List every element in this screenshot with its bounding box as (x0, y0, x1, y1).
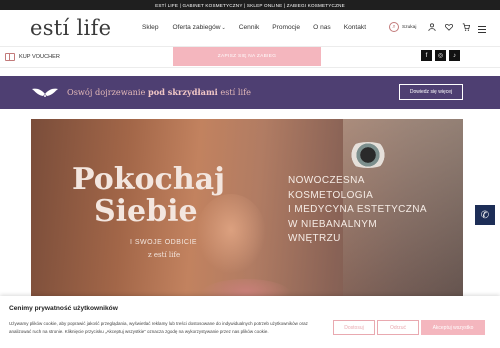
customize-button[interactable]: Dostosuj (333, 320, 375, 335)
search-label[interactable]: Szukaj (402, 25, 416, 30)
cookie-description: Używamy plików cookie, aby poprawić jako… (9, 321, 308, 334)
cart-icon[interactable] (462, 23, 471, 31)
nav-item-promocje[interactable]: Promocje (272, 24, 300, 31)
cookie-title: Cenimy prywatność użytkowników (9, 305, 118, 312)
hero-subtitle-brand: z estí life (148, 251, 181, 259)
nav-item-sklep[interactable]: Sklep (142, 24, 159, 31)
sub-bar: KUP VOUCHER ZAPISZ SIĘ NA ZABIEG f ◎ ♪ (0, 47, 500, 68)
hero-eye (344, 142, 392, 168)
nav-item-o-nas[interactable]: O nas (313, 24, 331, 31)
book-treatment-button[interactable]: ZAPISZ SIĘ NA ZABIEG (173, 47, 321, 66)
hero-title: Pokochaj Siebie (72, 164, 225, 228)
learn-more-button[interactable]: Dowiedz się więcej (399, 84, 463, 100)
promo-text-part1: Oswój dojrzewanie (67, 87, 146, 97)
top-info-bar: ESTÍ LIFE | GABINET KOSMETYCZNY | SKLEP … (0, 0, 500, 10)
main-nav: Sklep Oferta zabiegów ⌄ Cennik Promocje … (140, 24, 366, 31)
hero-title-line2: Siebie (94, 194, 198, 229)
heart-icon[interactable] (445, 23, 454, 31)
top-info-text: ESTÍ LIFE | GABINET KOSMETYCZNY | SKLEP … (155, 2, 345, 8)
hero-tagline-line: W NIEBANALNYM (288, 218, 378, 230)
reject-button[interactable]: Odrzuć (377, 320, 419, 335)
phone-icon: ✆ (480, 209, 490, 221)
hero-tagline: NOWOCZESNA KOSMETOLOGIA I MEDYCYNA ESTET… (288, 174, 427, 247)
wings-icon (32, 88, 58, 97)
nav-item-kontakt[interactable]: Kontakt (344, 24, 366, 31)
nav-item-oferta[interactable]: Oferta zabiegów ⌄ (173, 24, 226, 31)
site-header: estí life Sklep Oferta zabiegów ⌄ Cennik… (0, 10, 500, 47)
promo-banner: Oswój dojrzewanie pod skrzydłami estí li… (0, 76, 500, 109)
promo-text-part3: estí life (220, 87, 252, 97)
hero-tagline-line: WNĘTRZU (288, 233, 341, 244)
cookie-consent-panel: Cenimy prywatność użytkowników Używamy p… (0, 296, 500, 348)
hero-title-line1: Pokochaj (72, 162, 225, 197)
hero-tagline-line: NOWOCZESNA (288, 175, 365, 186)
menu-icon[interactable] (478, 26, 486, 35)
promo-text: Oswój dojrzewanie pod skrzydłami estí li… (67, 87, 251, 97)
promo-text-part2: pod skrzydłami (148, 87, 218, 97)
hero-tagline-line: KOSMETOLOGIA (288, 189, 374, 201)
hero-banner: Pokochaj Siebie I SWOJE ODBICIE z estí l… (31, 119, 463, 309)
tiktok-icon[interactable]: ♪ (449, 50, 460, 61)
site-logo[interactable]: estí life (30, 16, 111, 40)
phone-call-button[interactable]: ✆ (475, 205, 495, 225)
gift-icon (5, 53, 15, 61)
social-links: f ◎ ♪ (421, 50, 460, 61)
hero-tagline-line: I MEDYCYNA ESTETYCZNA (288, 204, 427, 215)
hero-subtitle: I SWOJE ODBICIE (130, 239, 198, 246)
nav-item-label: Oferta zabiegów (172, 24, 221, 31)
instagram-icon[interactable]: ◎ (435, 50, 446, 61)
voucher-link[interactable]: KUP VOUCHER (5, 53, 60, 61)
facebook-icon[interactable]: f (421, 50, 432, 61)
nav-item-cennik[interactable]: Cennik (239, 24, 260, 31)
user-icon[interactable] (428, 23, 437, 31)
search-icon[interactable]: ⌕ (389, 22, 399, 32)
accept-all-button[interactable]: Akceptuj wszystko (421, 320, 485, 335)
header-actions: ⌕ Szukaj (389, 22, 471, 32)
voucher-label: KUP VOUCHER (19, 54, 60, 60)
chevron-down-icon: ⌄ (221, 25, 226, 31)
